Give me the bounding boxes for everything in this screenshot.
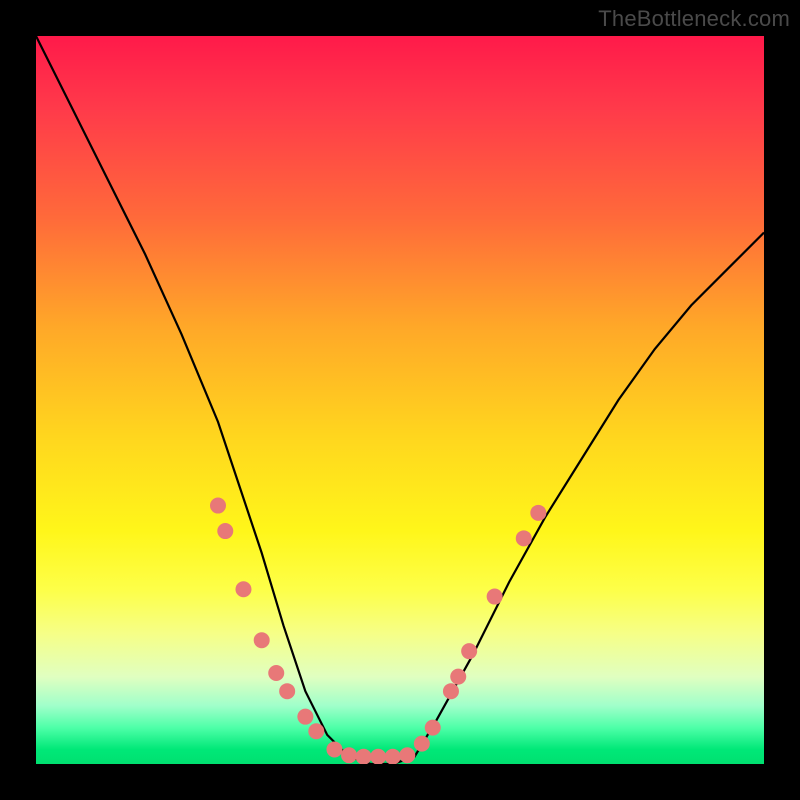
plot-gradient-background — [36, 36, 764, 764]
watermark-text: TheBottleneck.com — [598, 6, 790, 32]
chart-container: TheBottleneck.com — [0, 0, 800, 800]
